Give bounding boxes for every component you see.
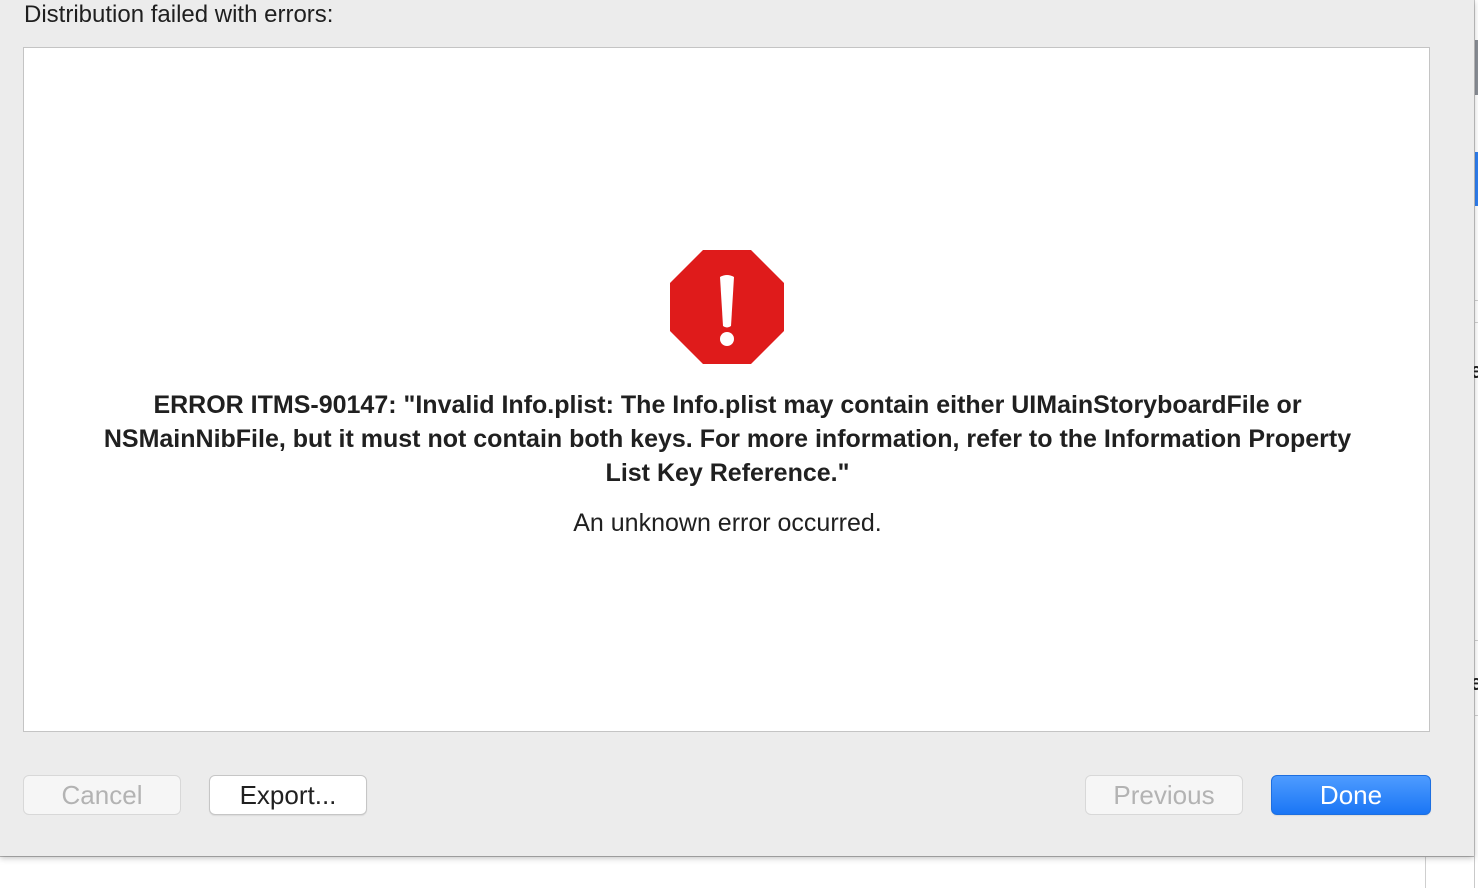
stop-error-icon [670, 250, 784, 364]
done-button[interactable]: Done [1271, 775, 1431, 815]
background-window-edge [1474, 0, 1478, 888]
screen: e e Distribution failed with errors: ERR… [0, 0, 1478, 888]
cancel-button[interactable]: Cancel [23, 775, 181, 815]
error-message-detail: An unknown error occurred. [573, 509, 882, 537]
distribution-error-sheet: Distribution failed with errors: ERROR I… [0, 0, 1474, 856]
error-panel: ERROR ITMS-90147: "Invalid Info.plist: T… [23, 47, 1430, 732]
previous-button[interactable]: Previous [1085, 775, 1243, 815]
background-window-bottom [0, 856, 1474, 888]
sheet-heading: Distribution failed with errors: [24, 1, 334, 28]
error-message-title: ERROR ITMS-90147: "Invalid Info.plist: T… [103, 391, 1352, 487]
export-button[interactable]: Export... [209, 775, 367, 815]
